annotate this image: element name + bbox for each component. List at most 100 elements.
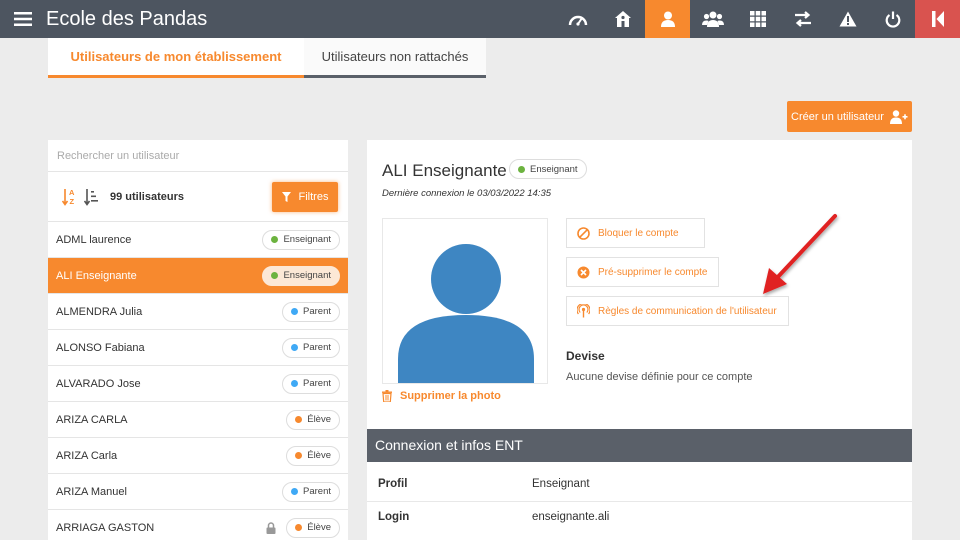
user-name: ALI Enseignante <box>56 269 137 282</box>
app-title: Ecole des Pandas <box>46 7 208 30</box>
role-label: Enseignant <box>283 234 331 245</box>
delete-photo-button[interactable]: Supprimer la photo <box>382 390 501 402</box>
role-dot <box>271 236 279 243</box>
role-badge: Enseignant <box>262 229 340 250</box>
sort-alpha-icon[interactable]: A Z <box>62 187 78 207</box>
list-toolbar: A Z 99 utilisateurs Filtres <box>48 172 348 222</box>
filter-button[interactable]: Filtres <box>272 182 338 212</box>
ban-icon <box>577 226 590 240</box>
users-icon[interactable] <box>690 0 735 38</box>
trash-icon <box>382 390 392 402</box>
filter-label: Filtres <box>298 191 329 203</box>
lock-icon <box>266 521 276 534</box>
user-name: ALMENDRA Julia <box>56 305 143 318</box>
last-login-text: Dernière connexion le 03/03/2022 14:35 <box>382 188 552 199</box>
role-badge: Élève <box>286 445 340 466</box>
role-label: Enseignant <box>283 270 331 281</box>
pre-delete-account-label: Pré-supprimer le compte <box>598 266 708 278</box>
role-dot <box>291 344 298 351</box>
pre-delete-account-button[interactable]: Pré-supprimer le compte <box>566 257 719 287</box>
role-badge: Parent <box>282 481 340 502</box>
user-list-item[interactable]: ARIZA CARLA Élève <box>48 402 348 438</box>
user-name: ARIZA Manuel <box>56 485 127 498</box>
role-badge: Parent <box>282 301 340 322</box>
role-label: Élève <box>307 522 331 533</box>
role-dot <box>291 488 298 495</box>
create-user-button[interactable]: Créer un utilisateur <box>787 101 912 132</box>
role-dot <box>295 416 303 423</box>
user-name: ARIZA CARLA <box>56 413 128 426</box>
devise-title: Devise <box>566 349 605 363</box>
user-name: ARRIAGA GASTON <box>56 521 155 534</box>
login-value: enseignante.ali <box>532 511 610 523</box>
user-list-item[interactable]: ALVARADO Jose Parent <box>48 366 348 402</box>
tab-unattached-users[interactable]: Utilisateurs non rattachés <box>304 38 486 78</box>
apps-grid-icon[interactable] <box>735 0 780 38</box>
transfer-icon[interactable] <box>780 0 825 38</box>
user-list-item[interactable]: ALONSO Fabiana Parent <box>48 330 348 366</box>
dashboard-icon[interactable] <box>555 0 600 38</box>
role-label: Parent <box>303 486 331 497</box>
filter-icon <box>281 192 291 202</box>
search-input[interactable]: Rechercher un utilisateur <box>48 140 348 172</box>
user-avatar <box>382 218 548 384</box>
block-account-label: Bloquer le compte <box>598 227 679 239</box>
login-label: Login <box>378 511 410 523</box>
user-detail-role-badge: Enseignant <box>509 159 587 179</box>
role-label: Parent <box>303 378 331 389</box>
role-dot <box>295 524 303 531</box>
user-icon[interactable] <box>645 0 690 38</box>
role-dot <box>291 380 298 387</box>
menu-icon[interactable] <box>0 0 46 38</box>
add-user-icon <box>889 109 908 124</box>
sort-amount-icon[interactable] <box>84 187 100 207</box>
user-list: ADML laurence Enseignant ALI Enseignante En… <box>48 222 348 540</box>
user-count: 99 utilisateurs <box>110 190 184 203</box>
svg-text:A: A <box>69 188 75 197</box>
role-label: Parent <box>303 342 331 353</box>
role-badge: Enseignant <box>262 265 340 286</box>
role-dot <box>295 452 303 459</box>
user-name: ARIZA Carla <box>56 449 118 462</box>
user-detail-name: ALI Enseignante <box>382 161 507 180</box>
svg-text:Z: Z <box>70 197 75 206</box>
user-list-item[interactable]: ADML laurence Enseignant <box>48 222 348 258</box>
close-circle-icon <box>577 266 590 278</box>
exit-icon[interactable] <box>915 0 960 38</box>
role-badge: Élève <box>286 517 340 538</box>
power-icon[interactable] <box>870 0 915 38</box>
role-label: Élève <box>307 414 331 425</box>
user-detail-panel: ALI Enseignante Enseignant Dernière conn… <box>367 140 912 540</box>
role-badge: Élève <box>286 409 340 430</box>
create-user-label: Créer un utilisateur <box>791 110 884 123</box>
user-list-item[interactable]: ALMENDRA Julia Parent <box>48 294 348 330</box>
annotation-arrow-icon <box>763 214 837 294</box>
communication-rules-button[interactable]: Règles de communication de l'utilisateur <box>566 296 789 326</box>
top-bar: Ecole des Pandas <box>0 0 960 38</box>
communication-rules-label: Règles de communication de l'utilisateur <box>598 305 777 317</box>
profile-value: Enseignant <box>532 478 590 490</box>
tab-bar: Utilisateurs de mon établissement Utilis… <box>48 38 486 78</box>
profile-label: Profil <box>378 478 408 490</box>
role-dot <box>291 308 298 315</box>
role-dot <box>271 272 279 279</box>
warning-icon[interactable] <box>825 0 870 38</box>
user-list-item[interactable]: ALI Enseignante Enseignant <box>48 258 348 294</box>
school-icon[interactable] <box>600 0 645 38</box>
role-badge: Parent <box>282 373 340 394</box>
devise-text: Aucune devise définie pour ce compte <box>566 371 753 383</box>
user-list-item[interactable]: ARIZA Carla Élève <box>48 438 348 474</box>
broadcast-icon <box>577 304 590 318</box>
divider <box>367 501 912 502</box>
user-list-item[interactable]: ARRIAGA GASTON Élève <box>48 510 348 540</box>
ent-section-header: Connexion et infos ENT <box>367 429 912 462</box>
user-name: ALVARADO Jose <box>56 377 141 390</box>
block-account-button[interactable]: Bloquer le compte <box>566 218 705 248</box>
user-list-item[interactable]: ARIZA Manuel Parent <box>48 474 348 510</box>
delete-photo-label: Supprimer la photo <box>400 390 501 402</box>
tab-my-school-users[interactable]: Utilisateurs de mon établissement <box>48 38 304 78</box>
user-name: ADML laurence <box>56 233 132 246</box>
user-list-panel: Rechercher un utilisateur A Z 99 utilisa… <box>48 140 348 540</box>
role-badge: Parent <box>282 337 340 358</box>
role-label: Élève <box>307 450 331 461</box>
